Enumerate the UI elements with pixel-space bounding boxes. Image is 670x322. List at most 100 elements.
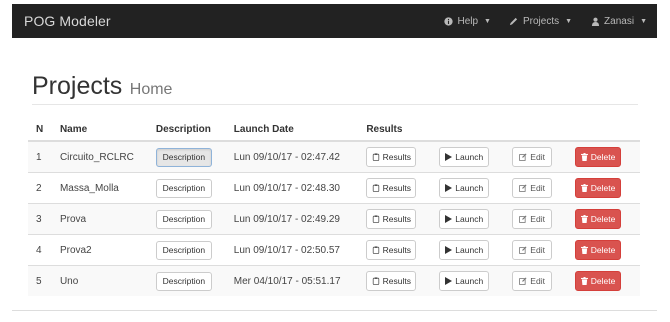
- table-row: 4 Prova2 Description Lun 09/10/17 - 02:5…: [28, 234, 640, 266]
- projects-menu-label: Projects: [522, 15, 560, 27]
- row-number: 1: [28, 140, 52, 173]
- delete-button-label: Delete: [590, 183, 616, 193]
- trash-icon: [580, 184, 588, 192]
- launch-button-label: Launch: [455, 214, 484, 224]
- column-header-delete: [567, 118, 640, 142]
- edit-button-label: Edit: [530, 152, 545, 162]
- results-cell: Results: [358, 234, 432, 266]
- chevron-down-icon: ▼: [565, 17, 573, 25]
- delete-button[interactable]: Delete: [575, 178, 622, 198]
- results-cell: Results: [358, 172, 432, 204]
- launch-date: Lun 09/10/17 - 02:48.30: [225, 172, 359, 204]
- results-button[interactable]: Results: [366, 240, 417, 260]
- delete-button-label: Delete: [590, 276, 616, 286]
- delete-button[interactable]: Delete: [575, 209, 622, 229]
- results-button[interactable]: Results: [366, 178, 417, 198]
- edit-button[interactable]: Edit: [512, 271, 553, 291]
- user-icon: [590, 16, 600, 26]
- delete-cell: Delete: [567, 172, 640, 204]
- description-cell: Description: [147, 203, 226, 235]
- delete-button-label: Delete: [590, 245, 616, 255]
- description-button[interactable]: Description: [155, 178, 212, 198]
- launch-button[interactable]: Launch: [439, 147, 490, 167]
- clipboard-icon: [372, 246, 380, 254]
- delete-cell: Delete: [567, 234, 640, 266]
- launch-date: Mer 04/10/17 - 05:51.17: [225, 265, 359, 296]
- edit-button[interactable]: Edit: [512, 147, 553, 167]
- project-name: Circuito_RCLRC: [51, 140, 148, 173]
- top-navbar: POG Modeler Help ▼ Projects ▼ Zanasi ▼: [12, 4, 657, 38]
- launch-button-label: Launch: [455, 245, 484, 255]
- launch-button-label: Launch: [455, 276, 484, 286]
- edit-cell: Edit: [504, 234, 568, 266]
- delete-button[interactable]: Delete: [575, 271, 622, 291]
- results-cell: Results: [358, 265, 432, 296]
- description-button[interactable]: Description: [155, 209, 212, 229]
- edit-button[interactable]: Edit: [512, 240, 553, 260]
- description-button[interactable]: Description: [155, 147, 212, 167]
- column-header-n: N: [28, 118, 52, 142]
- edit-icon: [519, 215, 527, 223]
- user-menu-label: Zanasi: [604, 15, 635, 27]
- row-number: 4: [28, 234, 52, 266]
- play-icon: [445, 153, 453, 161]
- delete-button-label: Delete: [590, 152, 616, 162]
- row-number: 3: [28, 203, 52, 235]
- edit-cell: Edit: [504, 265, 568, 296]
- page-subtitle: Home: [129, 81, 173, 98]
- edit-icon: [519, 184, 527, 192]
- launch-date: Lun 09/10/17 - 02:50.57: [225, 234, 359, 266]
- launch-button-label: Launch: [455, 152, 484, 162]
- launch-button-label: Launch: [455, 183, 484, 193]
- edit-button-label: Edit: [530, 183, 545, 193]
- table-row: 1 Circuito_RCLRC Description Lun 09/10/1…: [28, 140, 640, 173]
- project-name: Prova2: [51, 234, 148, 266]
- launch-button[interactable]: Launch: [439, 209, 490, 229]
- results-button[interactable]: Results: [366, 147, 417, 167]
- brand-link[interactable]: POG Modeler: [24, 13, 111, 29]
- clipboard-icon: [372, 153, 380, 161]
- trash-icon: [580, 215, 588, 223]
- table-row: 3 Prova Description Lun 09/10/17 - 02:49…: [28, 203, 640, 235]
- delete-button[interactable]: Delete: [575, 147, 622, 167]
- description-button[interactable]: Description: [155, 271, 212, 291]
- row-number: 2: [28, 172, 52, 204]
- clipboard-icon: [372, 277, 380, 285]
- info-circle-icon: [443, 16, 453, 26]
- description-button[interactable]: Description: [155, 240, 212, 260]
- launch-button[interactable]: Launch: [439, 178, 490, 198]
- column-header-edit: [504, 118, 568, 142]
- play-icon: [445, 184, 453, 192]
- page-bottom-divider: [12, 310, 657, 311]
- launch-button[interactable]: Launch: [439, 271, 490, 291]
- results-button[interactable]: Results: [366, 271, 417, 291]
- edit-button[interactable]: Edit: [512, 209, 553, 229]
- page-header: Projects Home: [32, 68, 638, 105]
- launch-date: Lun 09/10/17 - 02:49.29: [225, 203, 359, 235]
- results-button-label: Results: [382, 245, 411, 255]
- delete-cell: Delete: [567, 140, 640, 173]
- app-window: POG Modeler Help ▼ Projects ▼ Zanasi ▼ P…: [0, 0, 670, 322]
- edit-icon: [519, 153, 527, 161]
- launch-button[interactable]: Launch: [439, 240, 490, 260]
- results-button-label: Results: [382, 152, 411, 162]
- edit-cell: Edit: [504, 172, 568, 204]
- edit-button[interactable]: Edit: [512, 178, 553, 198]
- results-button[interactable]: Results: [366, 209, 417, 229]
- results-button-label: Results: [382, 214, 411, 224]
- edit-button-label: Edit: [530, 214, 545, 224]
- trash-icon: [580, 153, 588, 161]
- chevron-down-icon: ▼: [640, 17, 647, 25]
- help-menu-label: Help: [457, 15, 479, 27]
- help-menu[interactable]: Help ▼: [443, 16, 491, 27]
- project-name: Prova: [51, 203, 148, 235]
- description-cell: Description: [147, 172, 226, 204]
- projects-menu[interactable]: Projects ▼: [509, 16, 572, 27]
- user-menu[interactable]: Zanasi ▼: [590, 16, 647, 27]
- edit-icon: [519, 277, 527, 285]
- delete-button[interactable]: Delete: [575, 240, 622, 260]
- play-icon: [445, 277, 453, 285]
- edit-button-label: Edit: [530, 245, 545, 255]
- delete-button-label: Delete: [590, 214, 616, 224]
- results-cell: Results: [358, 203, 432, 235]
